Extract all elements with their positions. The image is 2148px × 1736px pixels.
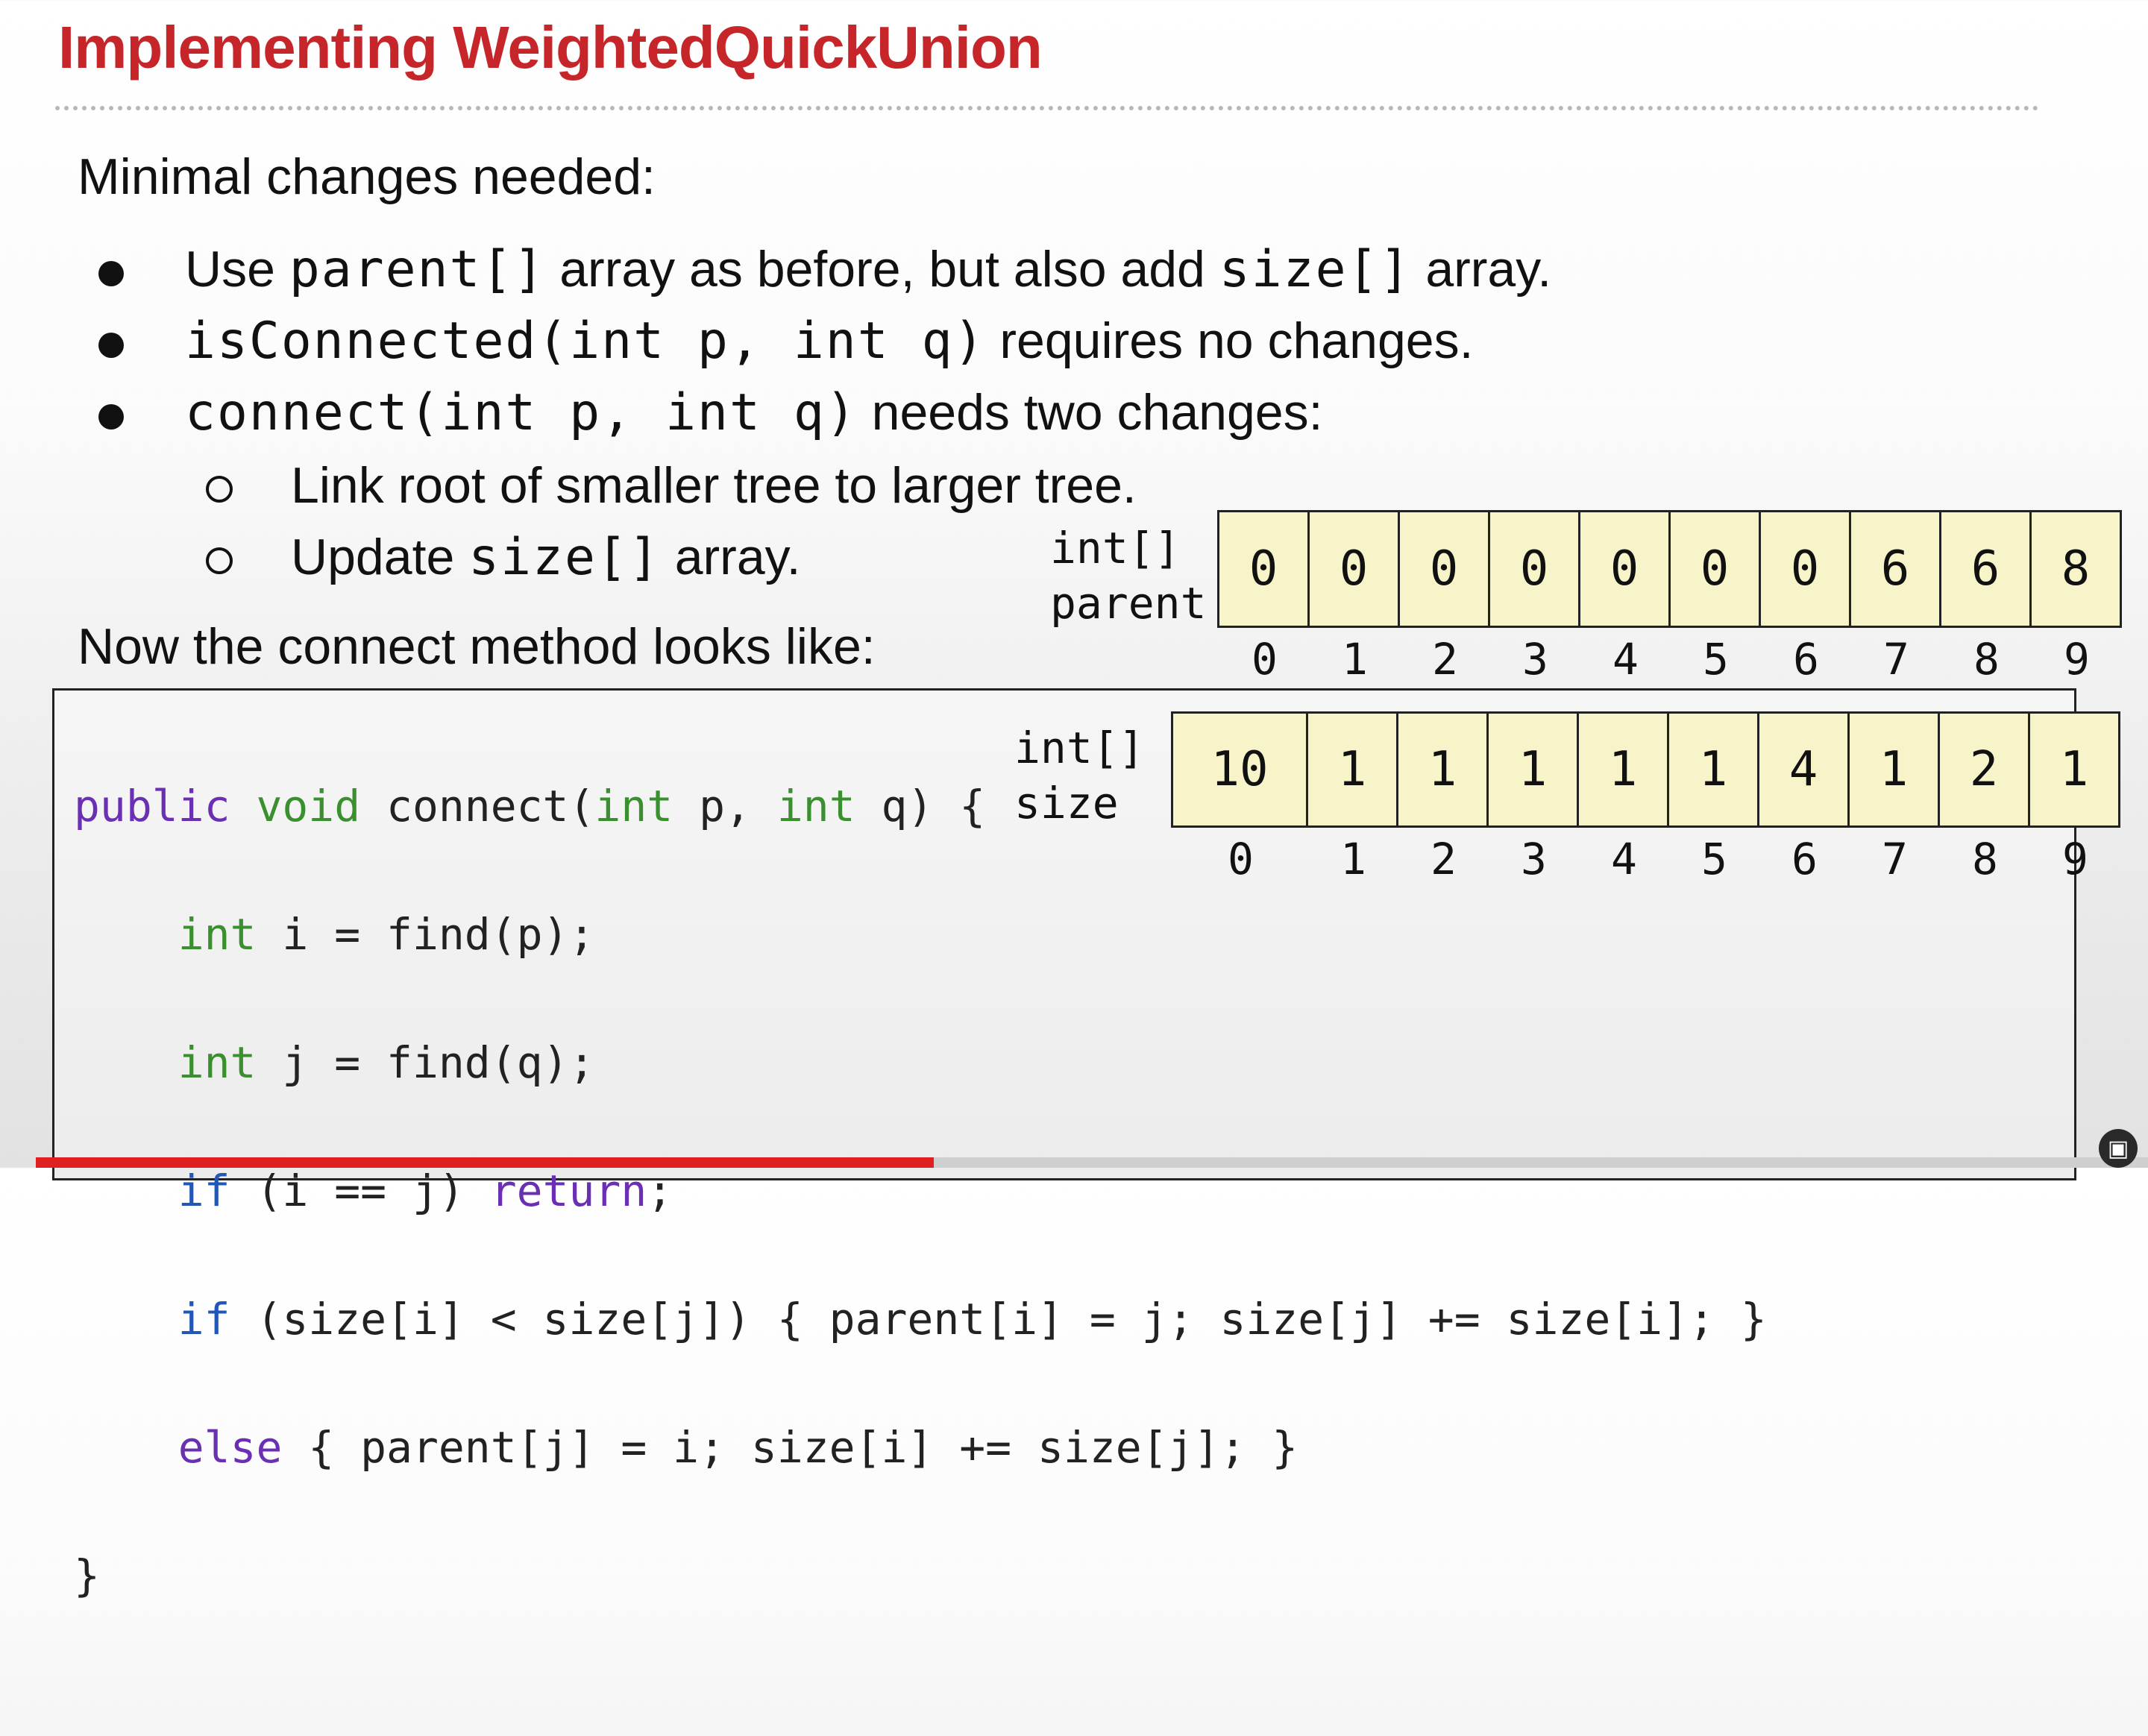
parent-indices: 0 1 2 3 4 5 6 7 8 9: [1219, 634, 2122, 685]
parent-cell: 0: [1490, 512, 1580, 626]
scan-icon[interactable]: ▣: [2099, 1129, 2138, 1168]
size-cell: 1: [2030, 714, 2120, 825]
parent-index: 3: [1522, 634, 1548, 685]
size-type-label: int[]: [1014, 723, 1145, 773]
size-index: 8: [1972, 834, 1998, 884]
size-index: 7: [1882, 834, 1908, 884]
video-progress-bar[interactable]: [36, 1157, 2148, 1168]
size-index: 6: [1791, 834, 1818, 884]
parent-cell: 0: [1761, 512, 1851, 626]
parent-index: 2: [1432, 634, 1458, 685]
parent-type-label: int[]: [1050, 523, 1181, 573]
title-divider: [55, 106, 2039, 110]
sub-bullet-ring: [206, 476, 233, 503]
parent-cell: 0: [1400, 512, 1490, 626]
parent-index: 0: [1252, 634, 1278, 685]
parent-index: 7: [1883, 634, 1909, 685]
intro-text: Minimal changes needed:: [78, 148, 656, 205]
size-cell: 1: [1398, 714, 1489, 825]
size-index: 9: [2062, 834, 2088, 884]
video-progress-fill: [36, 1157, 934, 1168]
size-index: 1: [1340, 834, 1366, 884]
size-cell: 1: [1669, 714, 1759, 825]
bullet-1-text-b: array as before, but also add: [545, 241, 1219, 298]
sub-bullet-2-text-a: Update: [291, 529, 469, 585]
sub-bullet-ring: [206, 547, 233, 574]
size-array-label: int[] size: [1014, 720, 1145, 831]
bullet-3-code: connect(int p, int q): [185, 383, 858, 442]
bullet-1-code-parent: parent[]: [289, 240, 546, 299]
bullet-3: connect(int p, int q) needs two changes:: [185, 383, 1323, 442]
parent-cell: 8: [2032, 512, 2122, 626]
bullet-dot: [98, 333, 124, 358]
code-line: }: [74, 1550, 100, 1601]
code-line: else { parent[j] = i; size[i] += size[j]…: [178, 1422, 1298, 1473]
sub-bullet-2-text-b: array.: [660, 529, 801, 585]
parent-index: 5: [1703, 634, 1729, 685]
parent-cell: 0: [1671, 512, 1761, 626]
size-cell: 2: [1940, 714, 2030, 825]
bullet-dot: [98, 404, 124, 430]
size-cell: 10: [1173, 714, 1308, 825]
size-index: 5: [1701, 834, 1727, 884]
sub-bullet-2-code: size[]: [468, 528, 661, 587]
parent-cell: 0: [1580, 512, 1671, 626]
code-line: int j = find(q);: [178, 1037, 595, 1088]
parent-index: 9: [2064, 634, 2090, 685]
parent-index: 1: [1342, 634, 1368, 685]
size-cell: 1: [1850, 714, 1940, 825]
parent-cell: 0: [1219, 512, 1310, 626]
parent-index: 8: [1973, 634, 2000, 685]
parent-array-label: int[] parent: [1050, 521, 1207, 631]
size-index: 4: [1611, 834, 1637, 884]
parent-array: 0 0 0 0 0 0 0 6 6 8: [1217, 510, 2122, 628]
size-cell: 1: [1489, 714, 1579, 825]
bullet-1-text-c: array.: [1411, 241, 1552, 298]
size-array: 10 1 1 1 1 1 4 1 2 1: [1171, 711, 2120, 828]
outro-text: Now the connect method looks like:: [78, 618, 876, 675]
sub-bullet-2: Update size[] array.: [291, 528, 800, 587]
size-indices: 0 1 2 3 4 5 6 7 8 9: [1173, 834, 2120, 884]
size-name-label: size: [1014, 778, 1119, 828]
size-cell: 4: [1759, 714, 1850, 825]
size-index: 0: [1228, 834, 1254, 884]
size-index: 2: [1431, 834, 1457, 884]
size-cell: 1: [1579, 714, 1669, 825]
bullet-2: isConnected(int p, int q) requires no ch…: [185, 312, 1473, 371]
parent-index: 4: [1612, 634, 1639, 685]
bullet-1: Use parent[] array as before, but also a…: [185, 240, 1551, 299]
parent-cell: 6: [1851, 512, 1941, 626]
parent-cell: 0: [1310, 512, 1400, 626]
bullet-2-text: requires no changes.: [985, 312, 1474, 369]
bullet-1-code-size: size[]: [1219, 240, 1412, 299]
parent-index: 6: [1793, 634, 1819, 685]
code-line: if (i == j) return;: [178, 1166, 673, 1216]
bullet-3-text: needs two changes:: [857, 384, 1323, 441]
sub-bullet-1: Link root of smaller tree to larger tree…: [291, 457, 1137, 514]
size-cell: 1: [1308, 714, 1398, 825]
slide-title: Implementing WeightedQuickUnion: [58, 14, 1043, 81]
bullet-1-text-a: Use: [185, 241, 289, 298]
size-index: 3: [1521, 834, 1547, 884]
bullet-dot: [98, 261, 124, 286]
code-line: if (size[i] < size[j]) { parent[i] = j; …: [178, 1294, 1767, 1345]
bullet-2-code: isConnected(int p, int q): [185, 312, 986, 371]
parent-name-label: parent: [1050, 578, 1207, 629]
parent-cell: 6: [1941, 512, 2032, 626]
code-line: int i = find(p);: [178, 909, 595, 960]
